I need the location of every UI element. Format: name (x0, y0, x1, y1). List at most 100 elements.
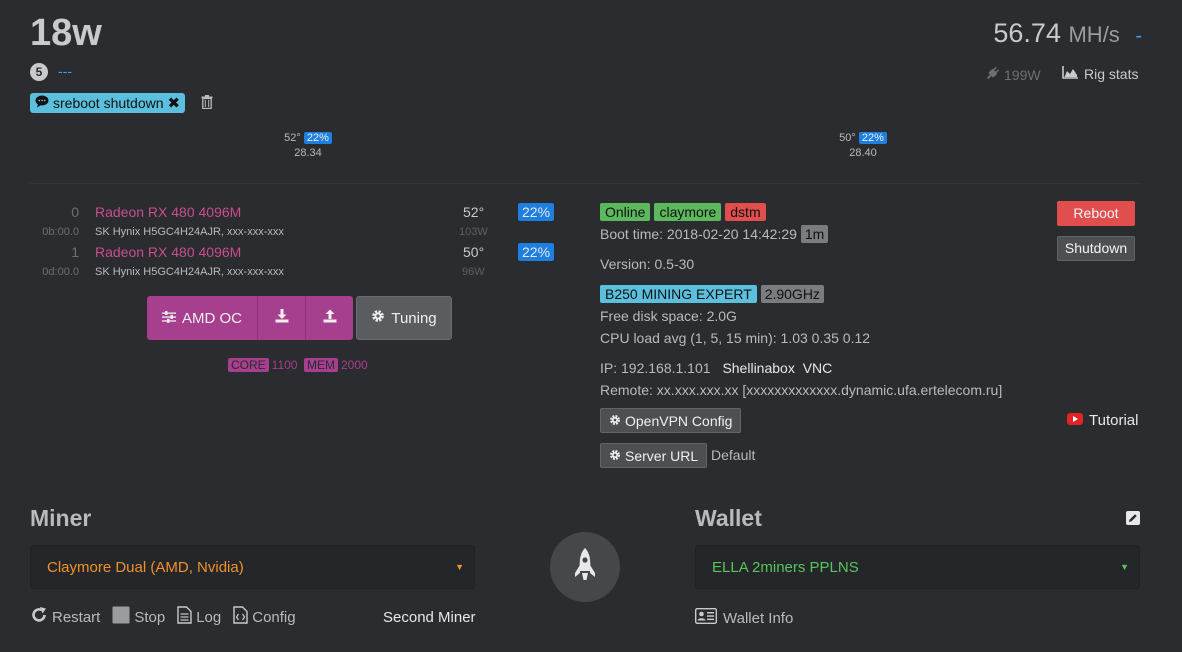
gpu-temp: 50° (463, 244, 485, 260)
miner-title: Miner (30, 505, 92, 531)
gpu-summary-1[interactable]: 50° 22% 28.40 (827, 132, 899, 159)
miner-selected: Claymore Dual (AMD, Nvidia) (47, 558, 244, 576)
server-url-label: Server URL (625, 447, 699, 464)
oc-core-tag: CORE 1100 (228, 358, 297, 372)
reboot-button[interactable]: Reboot (1057, 201, 1135, 226)
download-oc-button[interactable] (258, 296, 306, 340)
rocket-icon (572, 547, 598, 588)
core-label: CORE (228, 358, 269, 372)
caret-down-icon: ▼ (1120, 562, 1129, 572)
amd-oc-label: AMD OC (182, 309, 242, 327)
gpu-bus: 0b:00.0 (42, 226, 79, 238)
version: Version: 0.5-30 (600, 256, 695, 272)
hashrate-unit: MH/s (1068, 22, 1120, 47)
wallet-info-link[interactable]: Wallet Info (694, 607, 794, 628)
address-card-icon (694, 607, 718, 628)
download-icon (275, 309, 289, 327)
shellinabox-link[interactable]: Shellinabox (722, 360, 794, 376)
amd-oc-button[interactable]: AMD OC (147, 296, 258, 340)
gpu-summary-0[interactable]: 52° 22% 28.34 (272, 132, 344, 159)
gpu-summary-temp: 52° (284, 132, 301, 144)
command-tag-label: sreboot shutdown (53, 95, 164, 111)
gpu-name[interactable]: Radeon RX 480 4096M (95, 204, 241, 220)
caret-down-icon: ▼ (455, 562, 464, 572)
stop-button[interactable]: Stop (112, 606, 165, 628)
refresh-icon (30, 606, 48, 628)
upload-oc-button[interactable] (306, 296, 353, 340)
close-icon[interactable]: ✖ (168, 94, 181, 112)
status-badge-online: Online (600, 203, 651, 221)
gear-icon (371, 309, 385, 327)
command-tag: sreboot shutdown ✖ (30, 93, 186, 113)
gpu-summary-temp: 50° (839, 132, 856, 144)
gear-icon (609, 413, 621, 429)
rocket-button[interactable] (550, 532, 620, 602)
gpu-memory: SK Hynix H5GC4H24AJR, xxx-xxx-xxx (95, 226, 284, 238)
cpu-load: CPU load avg (1, 5, 15 min): 1.03 0.35 0… (600, 330, 871, 346)
gpu-index: 0 (71, 204, 79, 220)
config-button[interactable]: Config (233, 606, 296, 628)
file-icon (177, 606, 192, 628)
tutorial-label: Tutorial (1089, 412, 1139, 429)
ip-line: IP: 192.168.1.101 Shellinabox VNC (600, 360, 832, 376)
wallet-title: Wallet (695, 505, 762, 531)
rig-name: 18w (30, 12, 102, 54)
divider (30, 183, 1142, 184)
oc-button-group: AMD OC (147, 296, 353, 340)
area-chart-icon (1062, 66, 1079, 82)
gpu-temp: 52° (463, 204, 485, 220)
rig-stats-link[interactable]: Rig stats (1062, 66, 1138, 82)
gpu-summary-fan: 22% (303, 132, 332, 144)
log-button[interactable]: Log (177, 606, 221, 628)
motherboard-badge: B250 MINING EXPERT (600, 285, 757, 303)
gpu-name[interactable]: Radeon RX 480 4096M (95, 244, 241, 260)
mem-value: 2000 (341, 358, 368, 372)
edit-icon[interactable] (1126, 511, 1140, 528)
openvpn-config-label: OpenVPN Config (625, 412, 733, 429)
tutorial-link[interactable]: Tutorial (1067, 412, 1138, 429)
miner-select[interactable]: Claymore Dual (AMD, Nvidia) ▼ (30, 545, 475, 589)
hashrate-extra: - (1135, 25, 1142, 47)
vnc-link[interactable]: VNC (803, 360, 833, 376)
wallet-selected: ELLA 2miners PPLNS (712, 558, 859, 576)
trash-icon[interactable] (201, 95, 213, 112)
hardware-line: B250 MINING EXPERT 2.90GHz (600, 285, 824, 303)
gpu-summary-hash: 28.40 (849, 147, 877, 159)
server-url-button[interactable]: Server URL (600, 443, 708, 468)
wallet-info-label: Wallet Info (723, 609, 794, 627)
rig-stats-label: Rig stats (1084, 66, 1139, 82)
restart-label: Restart (52, 608, 101, 626)
hashrate-value: 56.74 (993, 18, 1061, 48)
gpu-summary-hash: 28.34 (294, 147, 322, 159)
openvpn-config-button[interactable]: OpenVPN Config (600, 408, 742, 433)
plug-icon (985, 66, 1000, 84)
miner-actions: Restart Stop Log Config (30, 606, 296, 628)
total-hashrate: 56.74 MH/s - (993, 18, 1142, 49)
tuning-label: Tuning (391, 309, 437, 327)
boot-time: Boot time: 2018-02-20 14:42:29 (600, 226, 797, 242)
gpu-bus: 0d:00.0 (42, 266, 79, 278)
status-badge-miner: claymore (654, 203, 722, 221)
gpu-summary-fan: 22% (858, 132, 887, 144)
shutdown-button[interactable]: Shutdown (1057, 236, 1135, 261)
rig-description[interactable]: --- (58, 63, 72, 79)
rig-power: 199W (985, 66, 1041, 84)
status-badge-second-miner: dstm (725, 203, 766, 221)
gpu-watt: 103W (459, 226, 488, 238)
gpu-watt: 96W (462, 266, 485, 278)
ip-address: IP: 192.168.1.101 (600, 360, 711, 376)
restart-button[interactable]: Restart (30, 606, 100, 628)
gpu-fan: 22% (518, 243, 555, 261)
boot-time-line: Boot time: 2018-02-20 14:42:29 1m (600, 225, 829, 243)
upload-icon (323, 309, 337, 327)
second-miner-link[interactable]: Second Miner (383, 609, 476, 626)
tuning-button[interactable]: Tuning (356, 296, 452, 340)
cpu-freq-badge: 2.90GHz (760, 285, 824, 303)
status-badges: Online claymore dstm (600, 203, 766, 221)
power-value: 199W (1004, 67, 1041, 83)
gpu-index: 1 (71, 244, 79, 260)
wallet-select[interactable]: ELLA 2miners PPLNS ▼ (695, 545, 1140, 589)
core-value: 1100 (271, 358, 298, 372)
uptime-badge: 1m (800, 225, 829, 243)
mem-label: MEM (304, 358, 338, 372)
